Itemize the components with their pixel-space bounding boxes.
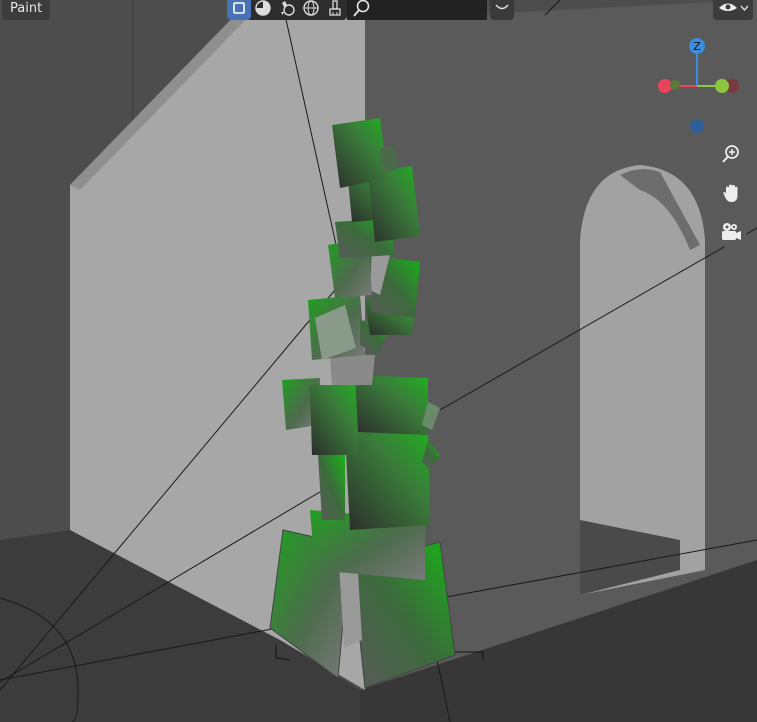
x-axis-ball[interactable] (658, 79, 672, 93)
camera-icon (721, 222, 741, 240)
mode-selector-button[interactable]: Paint (2, 0, 51, 20)
solid-shading-icon (233, 2, 245, 14)
chevron-down-icon (495, 4, 509, 10)
navigation-gizmo[interactable]: Z (650, 30, 750, 140)
search-field[interactable] (347, 0, 487, 20)
solid-shading-button[interactable] (227, 0, 251, 20)
overlay-dropdown[interactable] (490, 0, 514, 20)
eye-icon (718, 3, 737, 11)
scene-canvas[interactable] (0, 0, 757, 722)
camera-view-button[interactable] (714, 215, 747, 248)
look-dev-icon (281, 1, 295, 16)
zoom-icon (721, 144, 739, 163)
rendered-shading-button[interactable] (299, 0, 323, 20)
pan-button[interactable] (714, 176, 747, 209)
hand-pan-icon (722, 184, 737, 202)
y-axis-ball[interactable] (715, 79, 729, 93)
chevron-down-icon (739, 5, 749, 11)
z-axis-label: Z (693, 40, 701, 53)
material-preview-icon (255, 0, 271, 16)
3d-viewport[interactable]: Paint Z (0, 0, 757, 722)
zoom-button[interactable] (714, 137, 747, 170)
brush-icon (329, 0, 341, 16)
rendered-shading-icon (303, 0, 319, 16)
brush-button[interactable] (323, 0, 347, 20)
material-preview-button[interactable] (251, 0, 275, 20)
look-dev-button[interactable] (275, 0, 299, 20)
viewport-shading-bar (227, 0, 347, 20)
search-icon (353, 0, 370, 17)
neg-z-axis-ball (690, 119, 704, 133)
visibility-dropdown[interactable] (713, 0, 753, 20)
